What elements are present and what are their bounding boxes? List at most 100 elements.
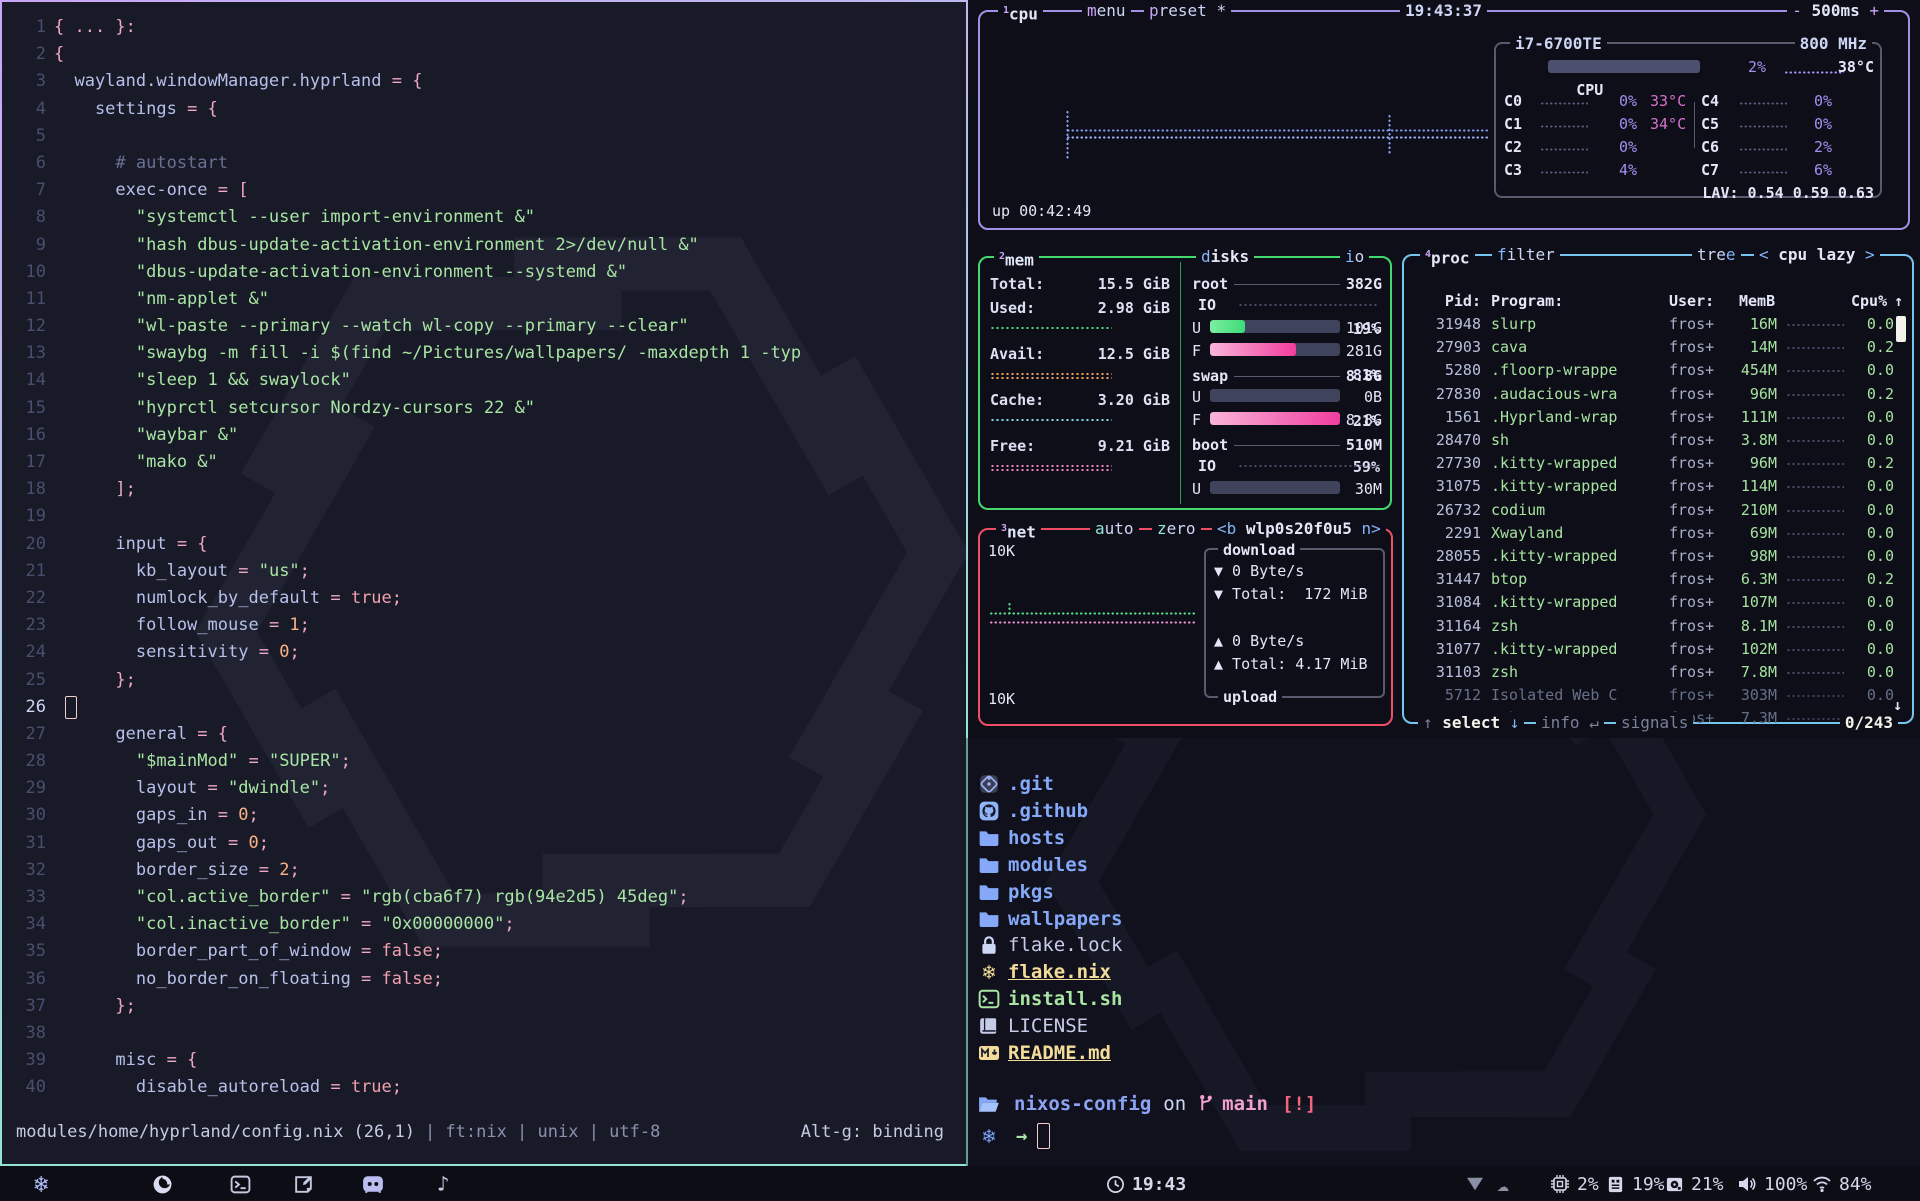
editor-line[interactable]: 18 ]; [2, 476, 966, 503]
terminal-window[interactable]: .git.githubhostsmodulespkgswallpapersfla… [966, 738, 1920, 1166]
process-row[interactable]: 5712Isolated Web Cfros+303M0.0 [1416, 684, 1900, 707]
proc-box-title[interactable]: 4proc [1420, 244, 1475, 269]
ram-usage-indicator[interactable]: 19% [1606, 1167, 1665, 1201]
menu-button[interactable]: menu [1082, 0, 1131, 22]
editor-line[interactable]: 21 kb_layout = "us"; [2, 558, 966, 585]
btop-cpu-box: 1cpu menu preset * 19:43:37 - 500ms + i7… [978, 10, 1910, 230]
shell-input-line[interactable]: ❄ → [978, 1123, 1050, 1149]
interval-minus-button[interactable]: - [1792, 1, 1802, 20]
process-row[interactable]: 28470shfros+3.8M0.0 [1416, 429, 1900, 452]
process-row[interactable]: 31084.kitty-wrappedfros+107M0.0 [1416, 591, 1900, 614]
cpu-box-title[interactable]: 1cpu [998, 0, 1043, 25]
process-row[interactable]: 2291Xwaylandfros+69M0.0 [1416, 522, 1900, 545]
file-list-item: flake.lock [978, 934, 1122, 956]
editor-line[interactable]: 31 gaps_out = 0; [2, 830, 966, 857]
editor-line[interactable]: 26 [2, 694, 966, 721]
editor-line[interactable]: 19 [2, 503, 966, 530]
editor-line[interactable]: 1{ ... }: [2, 14, 966, 41]
editor-line[interactable]: 37 }; [2, 993, 966, 1020]
editor-line[interactable]: 34 "col.inactive_border" = "0x00000000"; [2, 911, 966, 938]
editor-line[interactable]: 7 exec-once = [ [2, 177, 966, 204]
editor-line[interactable]: 17 "mako &" [2, 449, 966, 476]
process-row[interactable]: 1561.Hyprland-wrapfros+111M0.0 [1416, 406, 1900, 429]
preset-button[interactable]: preset * [1144, 0, 1231, 22]
editor-line[interactable]: 35 border_part_of_window = false; [2, 938, 966, 965]
process-row[interactable]: 31164zshfros+8.1M0.0 [1416, 615, 1900, 638]
editor-line[interactable]: 12 "wl-paste --primary --watch wl-copy -… [2, 313, 966, 340]
prompt-branch: main [1222, 1093, 1268, 1115]
process-row[interactable]: 31447btopfros+6.3M0.2 [1416, 568, 1900, 591]
process-row[interactable]: 31948slurpfros+16M0.0 [1416, 313, 1900, 336]
process-row[interactable]: 27830.audacious-wrafros+96M0.2 [1416, 383, 1900, 406]
cloud-sync-applet[interactable]: ☁ [1497, 1167, 1509, 1201]
editor-window[interactable]: 1{ ... }:2{3 wayland.windowManager.hyprl… [0, 0, 968, 1166]
process-row[interactable]: 28055.kitty-wrappedfros+98M0.0 [1416, 545, 1900, 568]
nixos-menu-button[interactable]: ❄ [34, 1167, 48, 1201]
editor-line[interactable]: 23 follow_mouse = 1; [2, 612, 966, 639]
process-row[interactable]: 31077.kitty-wrappedfros+102M0.0 [1416, 638, 1900, 661]
process-row[interactable]: 27730.kitty-wrappedfros+96M0.2 [1416, 452, 1900, 475]
proc-info-button[interactable]: info ↵ [1536, 712, 1604, 734]
proc-filter-button[interactable]: filter [1492, 244, 1560, 266]
browser-launcher[interactable] [152, 1167, 173, 1201]
editor-line[interactable]: 20 input = { [2, 531, 966, 558]
editor-line[interactable]: 36 no_border_on_floating = false; [2, 966, 966, 993]
proc-header-row[interactable]: Pid: Program: User: MemB Cpu% ↑ [1416, 290, 1900, 313]
editor-line[interactable]: 33 "col.active_border" = "rgb(cba6f7) rg… [2, 884, 966, 911]
proc-tree-toggle[interactable]: tree [1692, 244, 1741, 266]
notes-launcher[interactable] [293, 1167, 314, 1201]
terminal-launcher[interactable] [230, 1167, 251, 1201]
editor-line[interactable]: 2{ [2, 41, 966, 68]
editor-line[interactable]: 6 # autostart [2, 150, 966, 177]
editor-line[interactable]: 8 "systemctl --user import-environment &… [2, 204, 966, 231]
book-icon [978, 1015, 1000, 1037]
proc-select-control[interactable]: ↑ select ↓ [1418, 712, 1524, 734]
editor-line[interactable]: 30 gaps_in = 0; [2, 802, 966, 829]
terminal-icon [230, 1174, 251, 1195]
editor-line[interactable]: 25 }; [2, 667, 966, 694]
btop-window[interactable]: 1cpu menu preset * 19:43:37 - 500ms + i7… [966, 0, 1920, 738]
interval-plus-button[interactable]: + [1869, 1, 1879, 20]
editor-line[interactable]: 13 "swaybg -m fill -i $(find ~/Pictures/… [2, 340, 966, 367]
process-row[interactable]: 5280.floorp-wrappefros+454M0.0 [1416, 359, 1900, 382]
update-interval-control[interactable]: - 500ms + [1787, 0, 1884, 22]
editor-line[interactable]: 22 numlock_by_default = true; [2, 585, 966, 612]
music-launcher[interactable]: ♪ [437, 1167, 450, 1201]
mem-box-title[interactable]: 2mem [994, 246, 1039, 271]
editor-line[interactable]: 9 "hash dbus-update-activation-environme… [2, 232, 966, 259]
disk-usage-indicator[interactable]: 21% [1665, 1167, 1724, 1201]
editor-line[interactable]: 40 disable_autoreload = true; [2, 1074, 966, 1101]
editor-line[interactable]: 27 general = { [2, 721, 966, 748]
editor-line[interactable]: 29 layout = "dwindle"; [2, 775, 966, 802]
cpu-usage-indicator[interactable]: 2% [1550, 1167, 1599, 1201]
editor-line[interactable]: 24 sensitivity = 0; [2, 639, 966, 666]
editor-line[interactable]: 5 [2, 123, 966, 150]
editor-line[interactable]: 32 border_size = 2; [2, 857, 966, 884]
net-interface-switcher[interactable]: <b wlp0s20f0u5 n> [1212, 518, 1386, 540]
editor-line[interactable]: 14 "sleep 1 && swaylock" [2, 367, 966, 394]
process-row[interactable]: 27903cavafros+14M0.2 [1416, 336, 1900, 359]
editor-line[interactable]: 16 "waybar &" [2, 422, 966, 449]
proc-sort-selector[interactable]: < cpu lazy > [1754, 244, 1880, 266]
editor-line[interactable]: 3 wayland.windowManager.hyprland = { [2, 68, 966, 95]
process-row[interactable]: 31103zshfros+7.8M0.0 [1416, 661, 1900, 684]
editor-line[interactable]: 28 "$mainMod" = "SUPER"; [2, 748, 966, 775]
editor-line[interactable]: 4 settings = { [2, 96, 966, 123]
editor-line[interactable]: 10 "dbus-update-activation-environment -… [2, 259, 966, 286]
discord-launcher[interactable] [362, 1167, 384, 1201]
process-row[interactable]: 31075.kitty-wrappedfros+114M0.0 [1416, 475, 1900, 498]
proc-scrollbar[interactable] [1896, 316, 1906, 342]
net-zero-toggle[interactable]: zero [1152, 518, 1201, 540]
process-row[interactable]: 26732codiumfros+210M0.0 [1416, 499, 1900, 522]
editor-buffer[interactable]: 1{ ... }:2{3 wayland.windowManager.hyprl… [2, 14, 966, 1102]
editor-line[interactable]: 15 "hyprctl setcursor Nordzy-cursors 22 … [2, 395, 966, 422]
taskbar-clock[interactable]: 19:43 [1106, 1167, 1186, 1201]
editor-line[interactable]: 38 [2, 1020, 966, 1047]
proc-signals-button[interactable]: signals [1616, 712, 1693, 734]
net-auto-toggle[interactable]: auto [1090, 518, 1139, 540]
network-applet[interactable] [1466, 1167, 1484, 1201]
wifi-strength-indicator[interactable]: 84% [1812, 1167, 1872, 1201]
editor-line[interactable]: 39 misc = { [2, 1047, 966, 1074]
editor-line[interactable]: 11 "nm-applet &" [2, 286, 966, 313]
volume-indicator[interactable]: 100% [1737, 1167, 1807, 1201]
